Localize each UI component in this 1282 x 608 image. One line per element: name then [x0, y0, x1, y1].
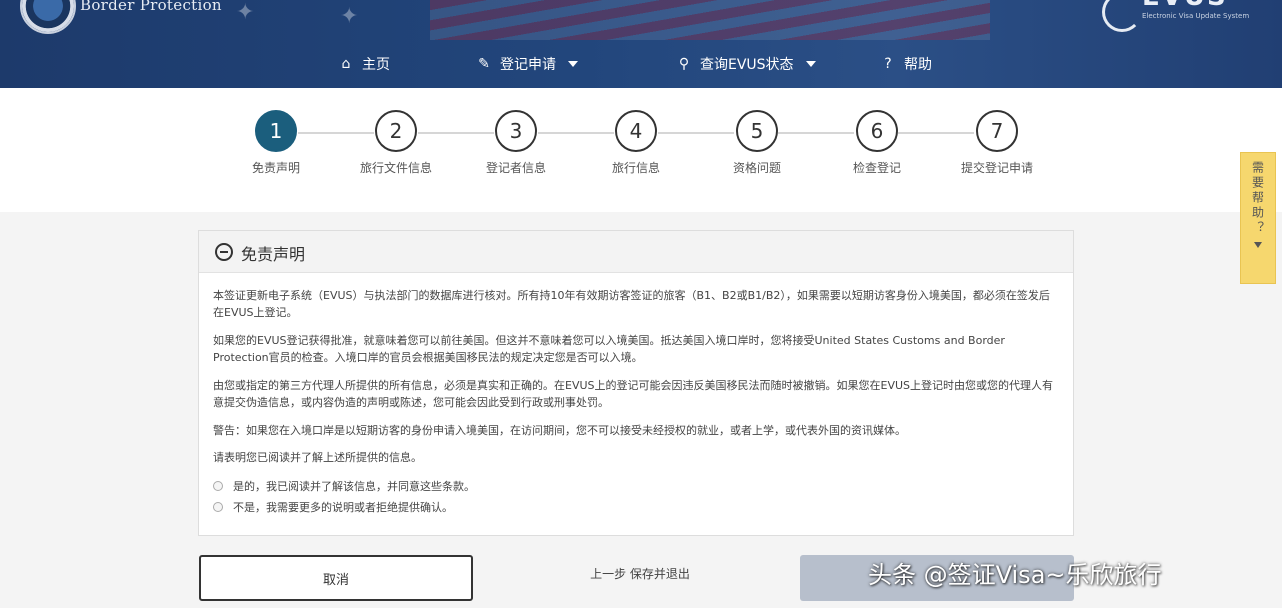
step-connector	[658, 132, 734, 134]
agency-name: Border Protection	[80, 0, 222, 14]
step-connector	[538, 132, 614, 134]
evus-globe-icon	[1102, 0, 1142, 32]
agree-option-label: 是的，我已阅读并了解该信息，并同意这些条款。	[233, 480, 475, 493]
step-connector	[298, 132, 374, 134]
chevron-down-icon	[568, 61, 578, 67]
step-connector	[418, 132, 494, 134]
disclaimer-paragraph-2: 如果您的EVUS登记获得批准，就意味着您可以前往美国。但这并不意味着您可以入境美…	[213, 334, 1005, 364]
step-3-label: 登记者信息	[485, 161, 546, 175]
step-2-label: 旅行文件信息	[359, 161, 432, 175]
disclaimer-warning: 警告：如果您在入境口岸是以短期访客的身份申请入境美国，在访问期间，您不可以接受未…	[213, 424, 906, 437]
step-2-circle: 2	[375, 110, 417, 152]
step-1-circle: 1	[255, 110, 297, 152]
agree-option[interactable]: 是的，我已阅读并了解该信息，并同意这些条款。	[213, 478, 475, 494]
collapse-icon[interactable]	[215, 243, 233, 261]
disclaimer-panel-header[interactable]: 免责声明	[199, 231, 1073, 273]
help-icon: ?	[884, 56, 892, 72]
nav-home-label: 主页	[362, 57, 390, 73]
chevron-down-icon	[805, 61, 816, 67]
nav-apply[interactable]: ✎ 登记申请	[476, 52, 578, 76]
step-5-label: 资格问题	[732, 161, 781, 175]
nav-help[interactable]: ? 帮助	[880, 52, 932, 76]
caret-down-icon	[1254, 242, 1262, 248]
step-6-circle: 6	[856, 110, 898, 152]
watermark-text: 头条 @签证Visa~乐欣旅行	[868, 561, 1162, 589]
search-icon: ⚲	[678, 56, 690, 72]
disclaimer-panel: 免责声明 本签证更新电子系统（EVUS）与执法部门的数据库进行核对。所有持10年…	[198, 230, 1074, 536]
disclaimer-paragraph-1: 本签证更新电子系统（EVUS）与执法部门的数据库进行核对。所有持10年有效期访客…	[213, 289, 1050, 319]
site-header: Border Protection ✦ ✦ EVUS Electronic Vi…	[0, 0, 1282, 88]
cancel-button[interactable]: 取消	[199, 555, 473, 601]
evus-logo[interactable]: EVUS Electronic Visa Update System	[1102, 0, 1272, 32]
step-7-label: 提交登记申请	[960, 161, 1033, 175]
step-7-circle: 7	[976, 110, 1018, 152]
agree-radio[interactable]	[213, 481, 223, 491]
home-icon: ⌂	[341, 56, 351, 72]
step-4-label: 旅行信息	[611, 161, 660, 175]
need-help-label: 需要帮助？	[1250, 161, 1265, 236]
flag-banner	[430, 0, 990, 40]
step-5-circle: 5	[736, 110, 778, 152]
edit-icon: ✎	[478, 56, 490, 72]
disclaimer-title: 免责声明	[241, 245, 306, 264]
step-connector	[898, 132, 974, 134]
nav-home[interactable]: ⌂ 主页	[338, 52, 390, 76]
disagree-option-label: 不是，我需要更多的说明或者拒绝提供确认。	[233, 501, 453, 514]
step-connector	[778, 132, 854, 134]
nav-check-status[interactable]: ⚲ 查询EVUS状态	[676, 52, 816, 76]
disclaimer-paragraph-3: 由您或指定的第三方代理人所提供的所有信息，必须是真实和正确的。在EVUS上的登记…	[213, 379, 1054, 409]
disagree-option[interactable]: 不是，我需要更多的说明或者拒绝提供确认。	[213, 499, 453, 515]
nav-check-status-label: 查询EVUS状态	[700, 57, 794, 73]
evus-logo-word: EVUS	[1142, 0, 1228, 12]
step-6-label: 检查登记	[852, 161, 901, 175]
disclaimer-instruction: 请表明您已阅读并了解上述所提供的信息。	[213, 451, 422, 464]
nav-help-label: 帮助	[904, 57, 932, 73]
nav-apply-label: 登记申请	[500, 57, 556, 73]
cbp-seal-logo	[20, 0, 76, 34]
disagree-radio[interactable]	[213, 502, 223, 512]
evus-logo-subtitle: Electronic Visa Update System	[1142, 12, 1250, 20]
need-help-tab[interactable]: 需要帮助？	[1240, 152, 1276, 284]
step-4-circle: 4	[615, 110, 657, 152]
previous-step-link[interactable]: 上一步 保存并退出	[540, 565, 740, 587]
step-1-label: 免责声明	[251, 161, 300, 175]
step-3-circle: 3	[495, 110, 537, 152]
eagle-icon: ✦	[340, 4, 359, 29]
eagle-icon: ✦	[236, 0, 255, 25]
